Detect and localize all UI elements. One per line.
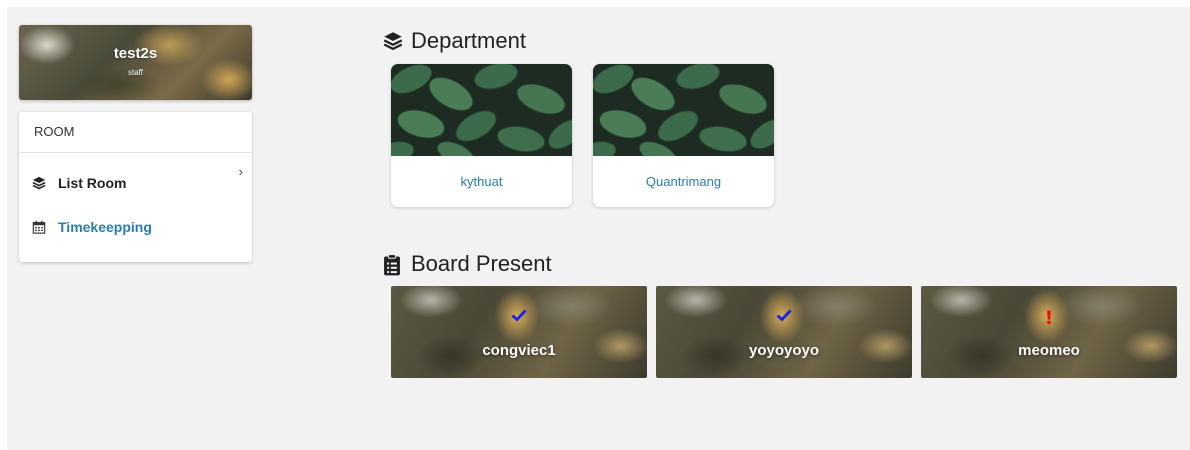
profile-card: test2s staff — [19, 25, 252, 100]
layers-icon — [383, 31, 403, 51]
board-card[interactable]: ! meomeo — [921, 286, 1177, 378]
board-card[interactable]: yoyoyoyo — [656, 286, 912, 378]
department-heading: Department — [383, 28, 526, 54]
board-heading: Board Present — [383, 251, 552, 277]
leaves-image — [391, 64, 572, 156]
sidebar-menu: ROOM List Room › Timekeepping — [19, 112, 252, 262]
profile-name: test2s — [113, 45, 158, 62]
section-title: Board Present — [411, 251, 552, 276]
chevron-right-icon: › — [238, 164, 243, 179]
department-name: kythuat — [460, 174, 503, 189]
layers-icon — [32, 176, 46, 190]
sidebar-item-timekeepping[interactable]: Timekeepping — [19, 215, 252, 239]
leaves-image — [593, 64, 774, 156]
department-card[interactable]: Quantrimang — [593, 64, 774, 207]
sidebar-item-label: List Room — [58, 175, 127, 191]
exclamation-icon: ! — [1044, 307, 1054, 329]
board-name: yoyoyoyo — [748, 342, 820, 359]
menu-header: ROOM — [19, 112, 252, 153]
board-name: congviec1 — [482, 342, 556, 359]
profile-role: staff — [128, 68, 143, 77]
board-name: meomeo — [1018, 342, 1080, 359]
department-card[interactable]: kythuat — [391, 64, 572, 207]
calendar-icon — [32, 220, 46, 234]
board-card[interactable]: congviec1 — [391, 286, 647, 378]
app-background: test2s staff ROOM List Room › Timekeeppi… — [7, 7, 1190, 450]
sidebar-item-list-room[interactable]: List Room — [19, 171, 252, 195]
check-icon — [656, 308, 912, 328]
section-title: Department — [411, 28, 526, 53]
clipboard-list-icon — [383, 254, 403, 276]
sidebar-item-label: Timekeepping — [58, 219, 152, 235]
check-icon — [391, 308, 647, 328]
department-name: Quantrimang — [645, 174, 722, 189]
